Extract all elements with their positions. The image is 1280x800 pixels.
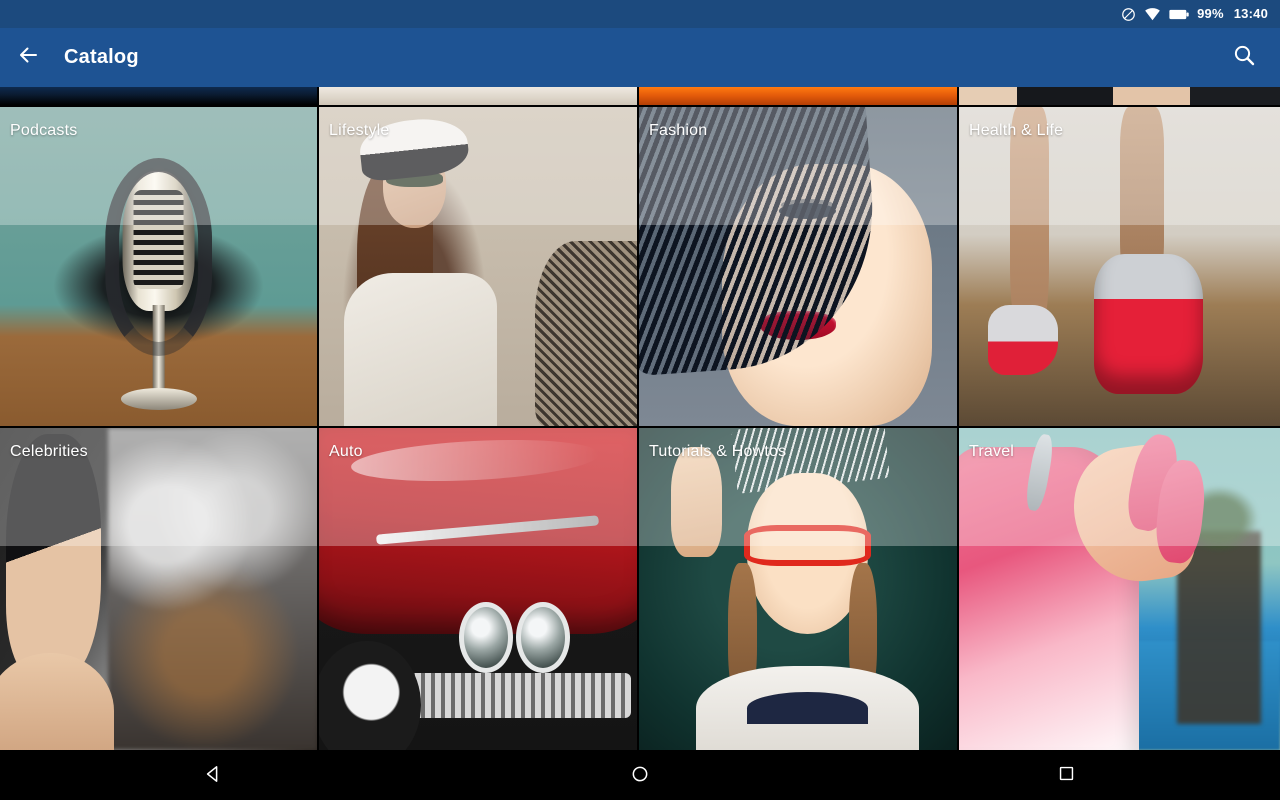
- catalog-tile-label: Auto: [329, 443, 363, 460]
- catalog-tile-peek[interactable]: [319, 87, 639, 107]
- tile-artwork: [0, 428, 317, 750]
- catalog-tile-peek[interactable]: [959, 87, 1280, 107]
- catalog-tile-tutorials-howtos[interactable]: Tutorials & Howtos: [639, 428, 959, 752]
- tile-artwork: [959, 107, 1280, 426]
- tile-artwork: [639, 87, 957, 105]
- status-bar: 99% 13:40: [0, 0, 1280, 28]
- catalog-tile-label: Fashion: [649, 122, 708, 139]
- catalog-tile-health-life[interactable]: Health & Life: [959, 107, 1280, 428]
- back-button[interactable]: [0, 28, 56, 87]
- triangle-back-icon: [204, 765, 222, 788]
- catalog-tile-podcasts[interactable]: Podcasts: [0, 107, 319, 428]
- nav-back-button[interactable]: [153, 752, 273, 800]
- tile-artwork: [639, 428, 957, 750]
- tile-artwork: [959, 87, 1280, 105]
- search-icon: [1232, 43, 1256, 72]
- square-recents-icon: [1058, 765, 1075, 787]
- catalog-tile-label: Celebrities: [10, 443, 88, 460]
- catalog-tile-peek[interactable]: [0, 87, 319, 107]
- tile-artwork: [0, 87, 317, 105]
- catalog-tile-label: Travel: [969, 443, 1015, 460]
- nav-recents-button[interactable]: [1007, 752, 1127, 800]
- tile-artwork: [319, 87, 637, 105]
- status-clock: 13:40: [1233, 6, 1268, 21]
- tile-artwork: [0, 107, 317, 426]
- do-not-disturb-icon: [1121, 7, 1136, 22]
- search-button[interactable]: [1216, 28, 1272, 87]
- catalog-tile-peek[interactable]: [639, 87, 959, 107]
- app-toolbar: Catalog: [0, 28, 1280, 87]
- catalog-tile-label: Tutorials & Howtos: [649, 443, 787, 460]
- circle-home-icon: [631, 765, 649, 788]
- catalog-tile-label: Health & Life: [969, 122, 1064, 139]
- catalog-tile-auto[interactable]: Auto: [319, 428, 639, 752]
- battery-icon: [1169, 8, 1189, 21]
- tile-artwork: [639, 107, 957, 426]
- wifi-icon: [1144, 7, 1161, 21]
- battery-percent: 99%: [1197, 6, 1224, 21]
- tile-artwork: [319, 107, 637, 426]
- tile-artwork: [319, 428, 637, 750]
- page-title: Catalog: [64, 46, 139, 68]
- system-navigation-bar: [0, 752, 1280, 800]
- catalog-tile-travel[interactable]: Travel: [959, 428, 1280, 752]
- tile-artwork: [959, 428, 1280, 750]
- catalog-tile-label: Lifestyle: [329, 122, 390, 139]
- catalog-tile-lifestyle[interactable]: Lifestyle: [319, 107, 639, 428]
- catalog-tile-celebrities[interactable]: Celebrities: [0, 428, 319, 752]
- catalog-tile-label: Podcasts: [10, 122, 78, 139]
- nav-home-button[interactable]: [580, 752, 700, 800]
- arrow-back-icon: [16, 43, 40, 72]
- catalog-grid[interactable]: Podcasts Lifestyle Fashion Health & Life…: [0, 87, 1280, 752]
- catalog-tile-fashion[interactable]: Fashion: [639, 107, 959, 428]
